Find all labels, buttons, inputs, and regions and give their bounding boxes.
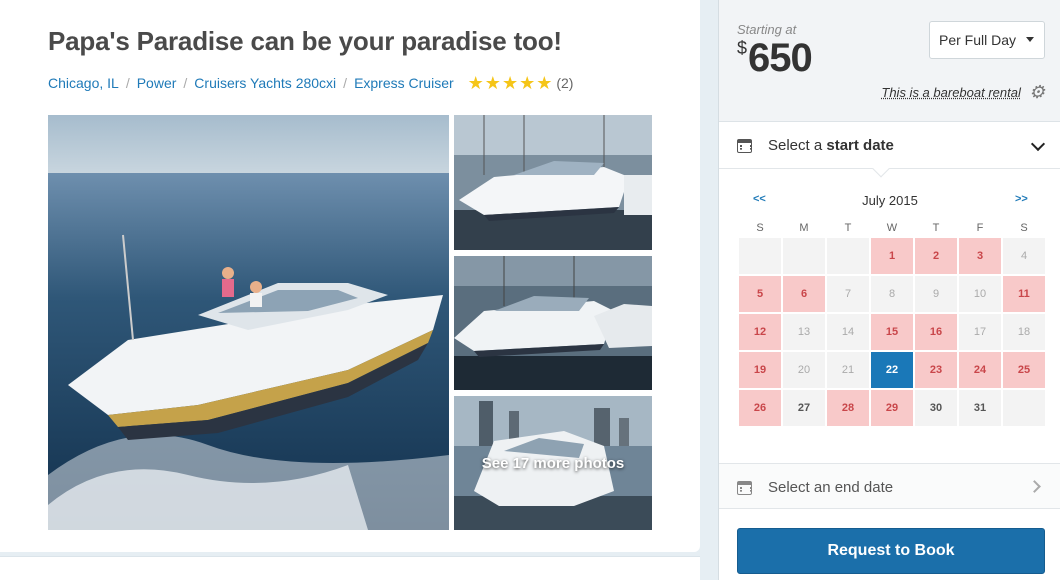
boat-photo-thumb [454,115,652,250]
calendar-day-3: 3 [959,238,1001,274]
thumbnail-photo[interactable] [454,256,652,390]
calendar-day-20: 20 [783,352,825,388]
listing-card: Papa's Paradise can be your paradise too… [0,0,700,552]
star-icon: ★ [519,74,535,92]
listing-card-next-section [0,556,700,580]
calendar-day-29: 29 [871,390,913,426]
calendar-day-23: 23 [915,352,957,388]
calendar-day-24: 24 [959,352,1001,388]
price-box: Starting at $ 650 Per Full Day This is a… [719,0,1060,122]
request-to-book-button[interactable]: Request to Book [737,528,1045,574]
booking-panel: Starting at $ 650 Per Full Day This is a… [718,0,1060,580]
calendar-day-empty [739,238,781,274]
calendar-icon [737,481,752,495]
calendar-day-2: 2 [915,238,957,274]
boat-photo-thumb [454,256,652,390]
calendar-icon [737,139,752,153]
breadcrumb-category[interactable]: Power [137,75,177,91]
calendar-day-16: 16 [915,314,957,350]
calendar-day-22[interactable]: 22 [871,352,913,388]
calendar-day-10: 10 [959,276,1001,312]
breadcrumb-location[interactable]: Chicago, IL [48,75,119,91]
calendar-day-17: 17 [959,314,1001,350]
calendar-day-8: 8 [871,276,913,312]
breadcrumb: Chicago, IL / Power / Cruisers Yachts 28… [48,74,573,92]
calendar-day-empty [1003,390,1045,426]
start-date-label: Select a start date [768,137,894,154]
calendar-day-7: 7 [827,276,869,312]
listing-title: Papa's Paradise can be your paradise too… [48,26,562,57]
calendar-day-14: 14 [827,314,869,350]
helm-wheel-icon: ⚙ [1029,84,1045,100]
main-photo[interactable]: ⚓ BO [48,115,449,530]
calendar-day-26: 26 [739,390,781,426]
rate-period-value: Per Full Day [939,32,1016,48]
price-value: 650 [748,36,812,81]
star-icon: ★ [536,74,552,92]
calendar-month-label: July 2015 [719,193,1060,208]
rating-stars[interactable]: ★ ★ ★ ★ ★ [468,74,554,92]
calendar-day-5: 5 [739,276,781,312]
calendar-day-28: 28 [827,390,869,426]
calendar-day-19: 19 [739,352,781,388]
calendar-day-25: 25 [1003,352,1045,388]
weekday-label: S [1002,222,1046,234]
more-photos-label[interactable]: See 17 more photos [454,396,652,530]
weekday-label: T [826,222,870,234]
review-count[interactable]: (2) [556,75,573,91]
rate-period-select[interactable]: Per Full Day [929,21,1045,59]
chevron-down-icon [1031,137,1045,151]
breadcrumb-separator: / [343,75,347,91]
calendar-day-9: 9 [915,276,957,312]
thumbnail-photo[interactable] [454,115,652,250]
weekday-label: F [958,222,1002,234]
breadcrumb-type[interactable]: Express Cruiser [354,75,454,91]
calendar-day-empty [783,238,825,274]
weekday-label: S [738,222,782,234]
price-currency: $ [737,38,747,59]
caret-down-icon [1026,37,1034,42]
star-icon: ★ [502,74,518,92]
calendar-day-31[interactable]: 31 [959,390,1001,426]
bareboat-notice[interactable]: This is a bareboat rental ⚙ [881,84,1045,100]
star-icon: ★ [468,74,484,92]
calendar-day-13: 13 [783,314,825,350]
breadcrumb-separator: / [126,75,130,91]
starting-at-label: Starting at [737,22,796,37]
weekday-label: W [870,222,914,234]
breadcrumb-model[interactable]: Cruisers Yachts 280cxi [194,75,336,91]
weekday-label: T [914,222,958,234]
start-date-toggle[interactable]: Select a start date [719,123,1060,169]
breadcrumb-separator: / [183,75,187,91]
calendar-day-6: 6 [783,276,825,312]
calendar-day-15: 15 [871,314,913,350]
end-date-label: Select an end date [768,479,893,496]
star-icon: ★ [485,74,501,92]
calendar-day-30[interactable]: 30 [915,390,957,426]
calendar-day-27[interactable]: 27 [783,390,825,426]
calendar-day-12: 12 [739,314,781,350]
calendar-day-21: 21 [827,352,869,388]
bareboat-label[interactable]: This is a bareboat rental [881,85,1020,100]
calendar-grid: 1 2 3 4 5 6 7 8 9 10 11 12 13 14 15 16 17 18 19 20 21 22 23 24 2… [739,238,1043,426]
thumbnail-photo-more[interactable]: See 17 more photos [454,396,652,530]
end-date-toggle[interactable]: Select an end date [719,463,1060,509]
boat-photo-main [48,115,449,530]
calendar-day-18: 18 [1003,314,1045,350]
chevron-right-icon [1028,480,1041,493]
calendar-day-1: 1 [871,238,913,274]
calendar-day-11: 11 [1003,276,1045,312]
weekday-label: M [782,222,826,234]
calendar-day-4: 4 [1003,238,1045,274]
calendar-next-month[interactable]: >> [1015,193,1028,205]
calendar-day-empty [827,238,869,274]
